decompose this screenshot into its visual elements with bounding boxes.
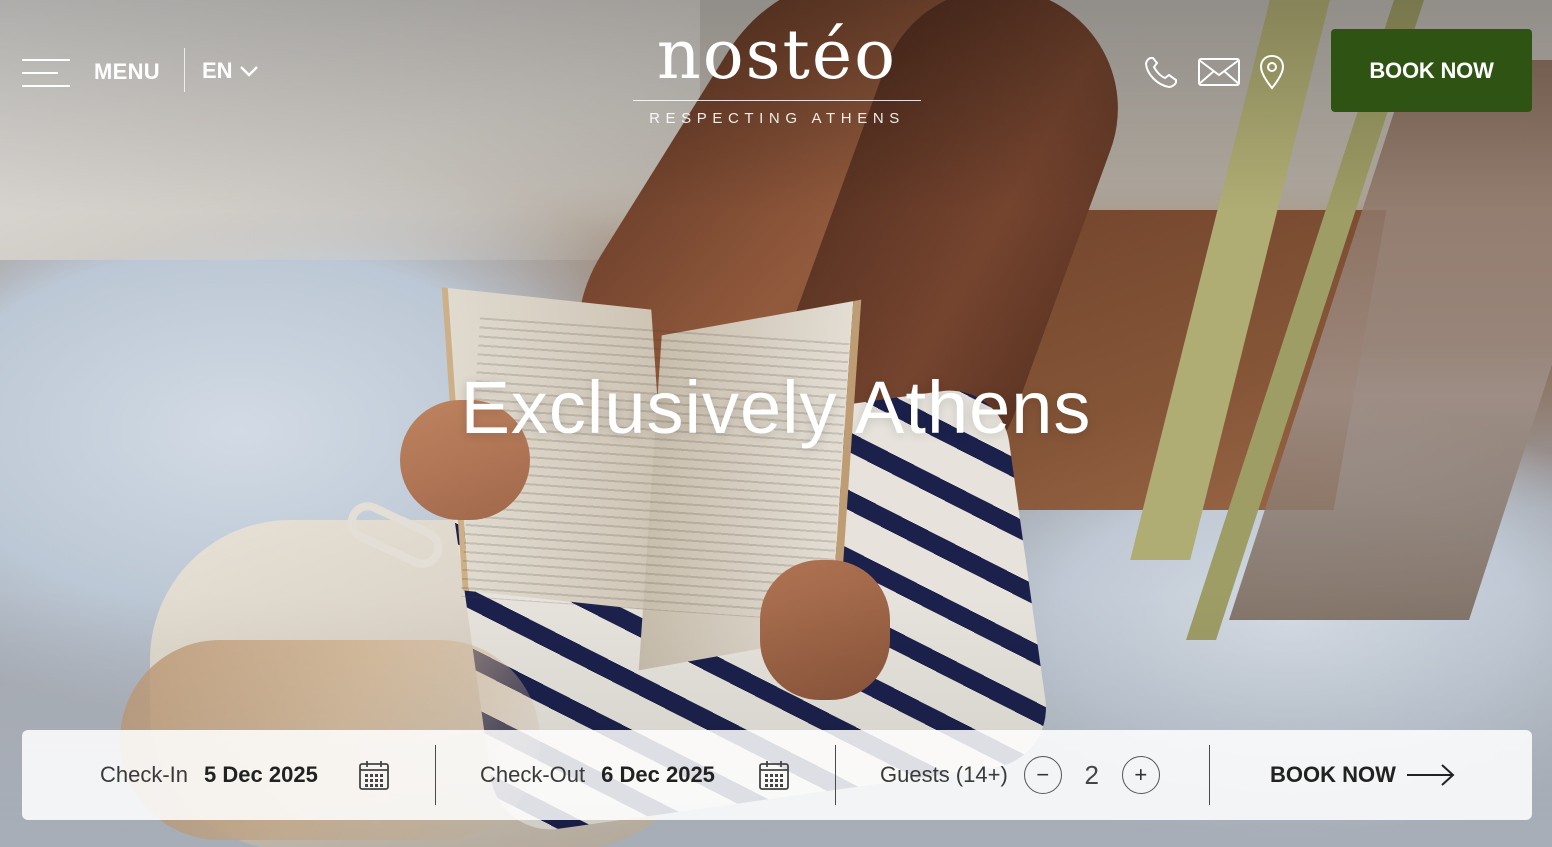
logo-wordmark: nostéo bbox=[656, 16, 898, 95]
location-pin-icon[interactable] bbox=[1256, 54, 1288, 90]
phone-icon[interactable] bbox=[1142, 54, 1182, 90]
header-divider bbox=[184, 48, 185, 92]
language-label: EN bbox=[202, 58, 233, 83]
bar-divider bbox=[435, 745, 436, 805]
bar-divider bbox=[835, 745, 836, 805]
check-in-calendar-icon[interactable] bbox=[358, 759, 390, 791]
book-now-header-button[interactable]: BOOK NOW bbox=[1331, 29, 1532, 112]
guests-decrement-button[interactable]: − bbox=[1023, 756, 1062, 794]
check-in-value: 5 Dec 2025 bbox=[204, 762, 318, 787]
logo-tagline: RESPECTING ATHENS bbox=[649, 110, 905, 127]
hamburger-icon bbox=[22, 57, 70, 87]
book-now-bar-label: BOOK NOW bbox=[1270, 762, 1396, 787]
check-out-field[interactable]: Check-Out 6 Dec 2025 bbox=[480, 730, 715, 820]
check-in-field[interactable]: Check-In 5 Dec 2025 bbox=[100, 730, 318, 820]
guests-increment-button[interactable]: + bbox=[1121, 756, 1160, 794]
language-selector[interactable]: EN bbox=[202, 58, 259, 84]
check-out-label: Check-Out bbox=[480, 762, 586, 787]
booking-bar: Check-In 5 Dec 2025 Check-Out 6 Dec 2025… bbox=[22, 730, 1532, 820]
guests-count: 2 bbox=[1084, 759, 1100, 790]
mail-icon[interactable] bbox=[1196, 54, 1242, 90]
check-out-calendar-icon[interactable] bbox=[758, 759, 790, 791]
menu-button[interactable]: MENU bbox=[22, 54, 172, 90]
check-out-value: 6 Dec 2025 bbox=[601, 762, 715, 787]
hero-headline: Exclusively Athens bbox=[460, 366, 1092, 449]
book-now-bar-button[interactable]: BOOK NOW bbox=[1270, 730, 1456, 820]
guests-field: Guests (14+) − 2 + bbox=[880, 730, 1160, 820]
guests-label: Guests (14+) bbox=[880, 762, 1008, 787]
logo-divider bbox=[633, 100, 921, 101]
menu-label: MENU bbox=[94, 59, 160, 84]
site-logo[interactable]: nostéo RESPECTING ATHENS bbox=[632, 18, 922, 127]
chevron-down-icon bbox=[239, 66, 258, 77]
bar-divider bbox=[1209, 745, 1210, 805]
check-in-label: Check-In bbox=[100, 762, 189, 787]
arrow-right-icon bbox=[1406, 764, 1455, 786]
